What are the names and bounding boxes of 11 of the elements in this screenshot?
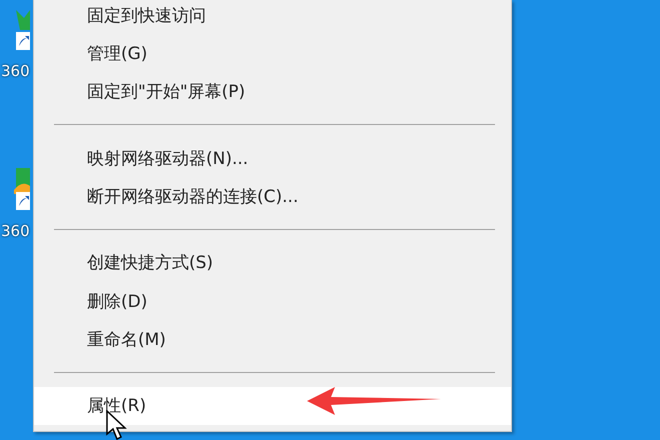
icon-label: 360 [1, 222, 30, 240]
menu-item[interactable]: 管理(G) [34, 34, 511, 73]
menu-item[interactable]: 固定到"开始"屏幕(P) [34, 72, 511, 112]
menu-item[interactable]: 重命名(M) [34, 320, 511, 359]
menu-item[interactable]: 断开网络驱动器的连接(C)... [34, 177, 511, 216]
menu-item[interactable]: 映射网络驱动器(N)... [34, 139, 511, 178]
menu-item[interactable]: 属性(R) [34, 386, 511, 426]
menu-item[interactable]: 删除(D) [34, 282, 511, 320]
icon-label: 360 [1, 62, 30, 80]
menu-item[interactable]: 创建快捷方式(S) [34, 244, 511, 282]
menu-item[interactable]: 固定到快速访问 [34, 0, 511, 34]
